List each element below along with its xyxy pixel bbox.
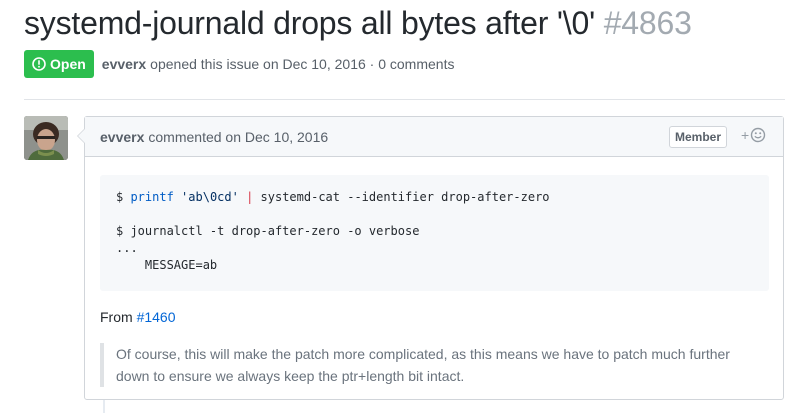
code-block: $ printf 'ab\0cd' | systemd-cat --identi… (100, 175, 769, 291)
issue-opened-icon (32, 57, 46, 71)
avatar-image (24, 116, 68, 160)
from-paragraph: From #1460 (100, 309, 176, 325)
add-reaction-button[interactable]: + (741, 127, 766, 143)
code-line-1-rest: systemd-cat --identifier drop-after-zero (253, 190, 550, 204)
reaction-plus: + (741, 127, 750, 143)
code-prompt: $ (116, 190, 131, 204)
issue-number: #4863 (603, 5, 692, 41)
issue-author-link[interactable]: evverx (102, 56, 146, 72)
comment-author-link[interactable]: evverx (100, 129, 144, 145)
comment-header: evverx commented on Dec 10, 2016 Member … (85, 117, 783, 157)
header-divider (24, 99, 785, 100)
issue-title: systemd-journald drops all bytes after '… (24, 5, 595, 41)
avatar[interactable] (24, 116, 68, 160)
comment-box: evverx commented on Dec 10, 2016 Member … (77, 116, 784, 400)
state-label: Open (50, 56, 86, 72)
issue-reference-link[interactable]: #1460 (137, 309, 176, 325)
issue-meta: Open evverx opened this issue on Dec 10,… (24, 50, 454, 78)
smiley-icon (750, 127, 766, 143)
code-string: 'ab\0cd' (181, 190, 239, 204)
comment-date[interactable]: commented on Dec 10, 2016 (148, 129, 328, 145)
code-line-3: $ journalctl -t drop-after-zero -o verbo… (116, 224, 420, 238)
state-badge: Open (24, 50, 94, 78)
code-line-4: ... (116, 241, 138, 255)
from-label: From (100, 309, 133, 325)
code-line-5: MESSAGE=ab (116, 258, 218, 272)
issue-title-heading: systemd-journald drops all bytes after '… (24, 5, 692, 42)
issue-opened-text: opened this issue on Dec 10, 2016 · 0 co… (150, 56, 455, 72)
blockquote: Of course, this will make the patch more… (100, 343, 769, 387)
member-badge: Member (669, 126, 728, 148)
code-command: printf (130, 190, 174, 204)
